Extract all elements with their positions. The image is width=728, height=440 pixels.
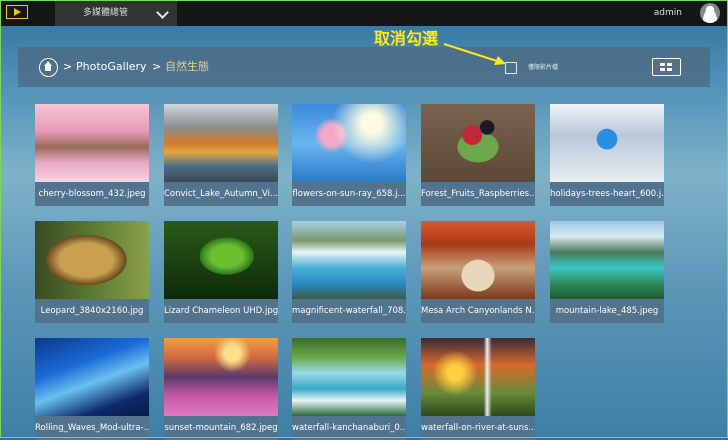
photo-tile[interactable]: mountain-lake_485.jpeg [550, 221, 664, 323]
photo-tile[interactable]: magnificent-waterfall_708... [292, 221, 406, 323]
breadcrumb: > PhotoGallery > 自然生態 僅限影片檔 [18, 47, 710, 87]
photo-thumbnail [164, 338, 278, 416]
photo-tile[interactable]: sunset-mountain_682.jpeg [164, 338, 278, 440]
chevron-down-icon [156, 6, 169, 19]
photo-caption: waterfall-on-river-at-suns... [421, 416, 535, 440]
photo-caption: cherry-blossom_432.jpeg [35, 182, 149, 206]
photo-tile[interactable]: Rolling_Waves_Mod-ultra-... [35, 338, 149, 440]
photo-thumbnail [292, 338, 406, 416]
photo-caption: sunset-mountain_682.jpeg [164, 416, 278, 440]
photo-tile[interactable]: Convict_Lake_Autumn_Vi... [164, 104, 278, 206]
photo-caption: Mesa Arch Canyonlands N... [421, 299, 535, 323]
photo-caption: Forest_Fruits_Raspberries... [421, 182, 535, 206]
photo-thumbnail [292, 104, 406, 182]
photo-tile[interactable]: cherry-blossom_432.jpeg [35, 104, 149, 206]
grid-view-button[interactable] [652, 58, 681, 76]
photo-tile[interactable]: waterfall-on-river-at-suns... [421, 338, 535, 440]
photo-thumbnail [550, 104, 664, 182]
photo-tile[interactable]: flowers-on-sun-ray_658.j... [292, 104, 406, 206]
photo-caption: waterfall-kanchanaburi_0... [292, 416, 406, 440]
photo-thumbnail [35, 104, 149, 182]
annotation-text: 取消勾選 [374, 29, 439, 48]
photo-thumbnail [292, 221, 406, 299]
breadcrumb-separator: > [63, 60, 73, 73]
annotation-arrow-icon [443, 43, 506, 65]
photo-caption: Leopard_3840x2160.jpg [35, 299, 149, 323]
photo-caption: flowers-on-sun-ray_658.j... [292, 182, 406, 206]
app-dropdown-label: 多媒體總管 [83, 8, 129, 18]
photo-caption: Convict_Lake_Autumn_Vi... [164, 182, 278, 206]
photo-tile[interactable]: Mesa Arch Canyonlands N... [421, 221, 535, 323]
play-logo-icon[interactable] [6, 5, 28, 19]
breadcrumb-separator: > [152, 60, 162, 73]
photo-thumbnail [35, 338, 149, 416]
photo-caption: mountain-lake_485.jpeg [550, 299, 664, 323]
photo-caption: holidays-trees-heart_600.j... [550, 182, 664, 206]
photo-caption: Lizard Chameleon UHD.jpg [164, 299, 278, 323]
photo-tile[interactable]: Forest_Fruits_Raspberries... [421, 104, 535, 206]
photo-thumbnail [421, 221, 535, 299]
photo-thumbnail [421, 338, 535, 416]
home-icon[interactable] [39, 58, 58, 77]
photo-thumbnail [35, 221, 149, 299]
top-bar: 多媒體總管 admin [0, 0, 728, 26]
photo-thumbnail [164, 221, 278, 299]
photo-tile[interactable]: holidays-trees-heart_600.j... [550, 104, 664, 206]
breadcrumb-root[interactable]: PhotoGallery [76, 47, 147, 87]
user-name[interactable]: admin [654, 0, 682, 26]
photo-caption: Rolling_Waves_Mod-ultra-... [35, 416, 149, 440]
photo-thumbnail [550, 221, 664, 299]
video-only-label: 僅限影片檔 [528, 64, 559, 71]
photo-tile[interactable]: waterfall-kanchanaburi_0... [292, 338, 406, 440]
photo-tile[interactable]: Leopard_3840x2160.jpg [35, 221, 149, 323]
photo-tile[interactable]: Lizard Chameleon UHD.jpg [164, 221, 278, 323]
photo-thumbnail [421, 104, 535, 182]
app-dropdown[interactable]: 多媒體總管 [55, 0, 177, 26]
photo-thumbnail [164, 104, 278, 182]
breadcrumb-current: 自然生態 [165, 60, 209, 73]
photo-caption: magnificent-waterfall_708... [292, 299, 406, 323]
avatar[interactable] [700, 3, 720, 23]
